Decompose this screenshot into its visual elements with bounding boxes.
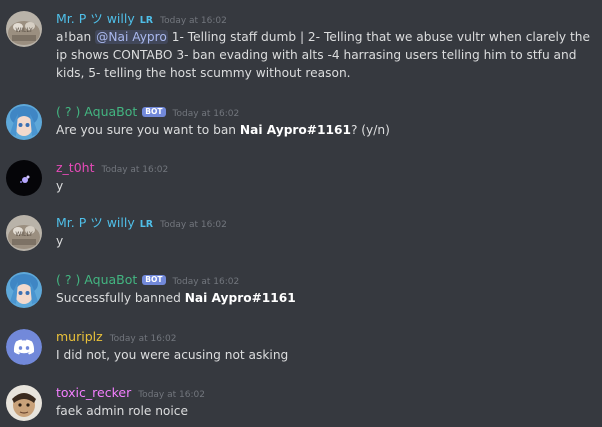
aquabot-avatar-icon: [6, 104, 42, 140]
role-tag: LR: [139, 219, 154, 230]
toxic-recker-avatar-icon: [6, 385, 42, 421]
message-content: ( ? ) AquaBot BOT Today at 16:02 Success…: [56, 271, 594, 307]
message-content: ( ? ) AquaBot BOT Today at 16:02 Are you…: [56, 103, 594, 139]
timestamp: Today at 16:02: [160, 220, 227, 230]
avatar[interactable]: [6, 104, 42, 140]
message-text-part: a!ban: [56, 30, 96, 44]
timestamp: Today at 16:02: [101, 165, 169, 175]
message-content: Mr. P ツ willy LR Today at 16:02 y: [56, 214, 594, 250]
chat-messages: WILLY Mr. P ツ willy LR Today at 16:02 a!…: [0, 0, 602, 427]
message-header: ( ? ) AquaBot BOT Today at 16:02: [56, 271, 594, 289]
message-content: Mr. P ツ willy LR Today at 16:02 a!ban @N…: [56, 10, 594, 82]
message-header: Mr. P ツ willy LR Today at 16:02: [56, 10, 594, 28]
message-text: y: [56, 179, 64, 193]
message-content: z_t0ht Today at 16:02 y: [56, 159, 594, 195]
message-text: Are you sure you want to ban Nai Aypro#1…: [56, 121, 594, 139]
avatar[interactable]: [6, 385, 42, 421]
username-highlight: Nai Aypro#1161: [239, 123, 351, 137]
avatar[interactable]: WILLY: [6, 11, 42, 47]
message-text-part: Successfully banned: [56, 291, 185, 305]
message-text-part: ? (y/n): [350, 123, 390, 137]
message-content: toxic_recker Today at 16:02 faek admin r…: [56, 384, 594, 420]
message-header: ( ? ) AquaBot BOT Today at 16:02: [56, 103, 594, 121]
message-header: toxic_recker Today at 16:02: [56, 384, 594, 402]
message-header: z_t0ht Today at 16:02: [56, 159, 594, 177]
username[interactable]: Mr. P ツ willy: [56, 10, 135, 28]
username[interactable]: ( ? ) AquaBot: [56, 271, 137, 289]
message-text: I did not, you were acusing not asking: [56, 348, 289, 362]
message-text: faek admin role noice: [56, 404, 188, 418]
message-text: Successfully banned Nai Aypro#1161: [56, 289, 594, 307]
message-text: a!ban @Nai Aypro 1- Telling staff dumb |…: [56, 28, 594, 82]
bot-badge: BOT: [142, 275, 166, 285]
avatar[interactable]: [6, 272, 42, 308]
message-header: Mr. P ツ willy LR Today at 16:02: [56, 214, 594, 232]
username[interactable]: Mr. P ツ willy: [56, 214, 135, 232]
willy-avatar-icon: WILLY: [6, 215, 42, 251]
discord-logo-icon: [6, 329, 42, 365]
z-t0ht-avatar-icon: [6, 160, 42, 196]
bot-badge: BOT: [142, 107, 166, 117]
svg-text:WILLY: WILLY: [15, 231, 33, 238]
avatar[interactable]: [6, 329, 42, 365]
username[interactable]: z_t0ht: [56, 159, 95, 177]
aquabot-avatar-icon: [6, 272, 42, 308]
message-content: muriplz Today at 16:02 I did not, you we…: [56, 328, 594, 364]
username-highlight: Nai Aypro#1161: [184, 291, 296, 305]
avatar[interactable]: WILLY: [6, 215, 42, 251]
svg-text:WILLY: WILLY: [15, 27, 33, 34]
user-mention[interactable]: @Nai Aypro: [95, 30, 168, 44]
username[interactable]: toxic_recker: [56, 384, 131, 402]
username[interactable]: ( ? ) AquaBot: [56, 103, 137, 121]
avatar[interactable]: [6, 160, 42, 196]
willy-avatar-icon: WILLY: [6, 11, 42, 47]
username[interactable]: muriplz: [56, 328, 103, 346]
message-header: muriplz Today at 16:02: [56, 328, 594, 346]
message-text-part: Are you sure you want to ban: [56, 123, 240, 137]
message-text: y: [56, 234, 64, 248]
